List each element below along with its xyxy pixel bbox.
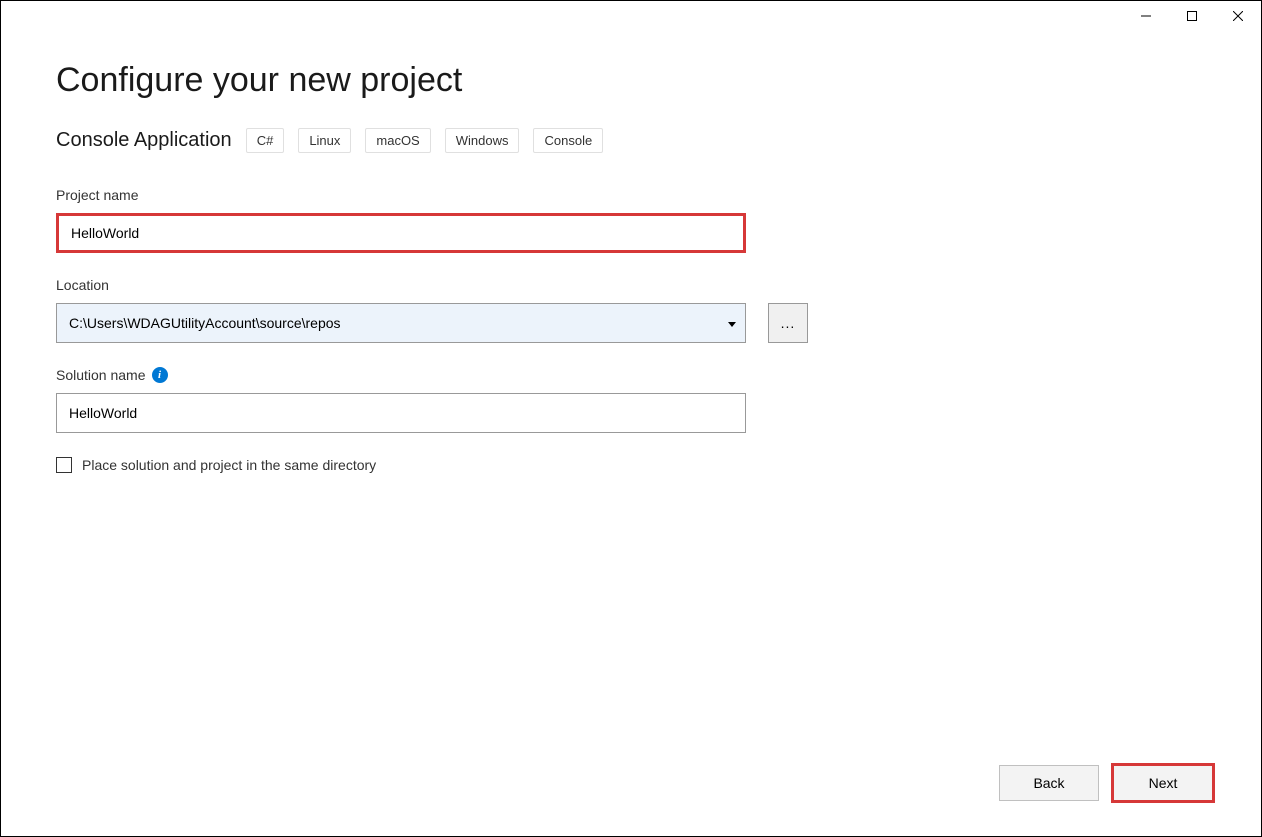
back-button[interactable]: Back — [999, 765, 1099, 801]
tag-csharp: C# — [246, 128, 285, 153]
minimize-button[interactable] — [1123, 1, 1169, 31]
subtitle-row: Console Application C# Linux macOS Windo… — [56, 128, 1206, 153]
solution-name-group: Solution name i — [56, 367, 1206, 433]
project-template-name: Console Application — [56, 129, 232, 152]
solution-name-input[interactable] — [56, 393, 746, 433]
maximize-button[interactable] — [1169, 1, 1215, 31]
main-content: Configure your new project Console Appli… — [1, 1, 1261, 473]
window-controls — [1123, 1, 1261, 31]
page-title: Configure your new project — [56, 61, 1206, 100]
tag-macos: macOS — [365, 128, 430, 153]
location-combobox[interactable] — [56, 303, 746, 343]
maximize-icon — [1187, 11, 1197, 21]
project-name-group: Project name — [56, 187, 1206, 253]
next-button[interactable]: Next — [1113, 765, 1213, 801]
project-name-label: Project name — [56, 187, 1206, 203]
info-icon[interactable]: i — [152, 367, 168, 383]
close-icon — [1233, 11, 1243, 21]
location-label: Location — [56, 277, 1206, 293]
solution-name-label: Solution name i — [56, 367, 1206, 383]
same-directory-checkbox[interactable] — [56, 457, 72, 473]
close-button[interactable] — [1215, 1, 1261, 31]
minimize-icon — [1141, 11, 1151, 21]
tag-linux: Linux — [298, 128, 351, 153]
location-group: Location ... — [56, 277, 1206, 343]
solution-name-label-text: Solution name — [56, 367, 146, 383]
project-name-input[interactable] — [56, 213, 746, 253]
same-directory-label: Place solution and project in the same d… — [82, 457, 376, 473]
tag-windows: Windows — [445, 128, 520, 153]
footer-buttons: Back Next — [999, 765, 1213, 801]
tag-console: Console — [533, 128, 603, 153]
browse-button[interactable]: ... — [768, 303, 808, 343]
same-directory-row: Place solution and project in the same d… — [56, 457, 1206, 473]
